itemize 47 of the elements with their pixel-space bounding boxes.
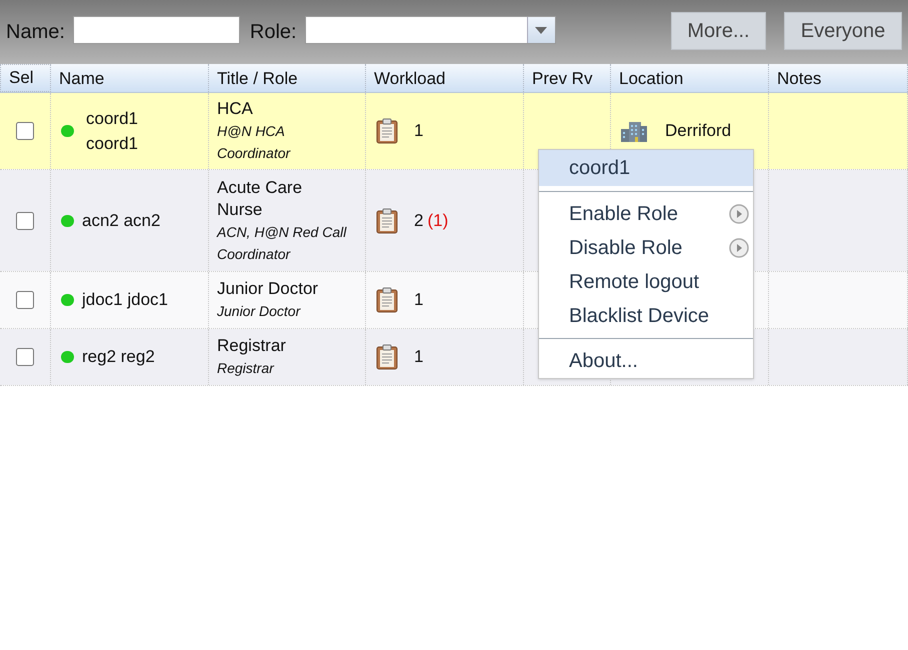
role-title: Registrar (217, 335, 286, 357)
menu-item[interactable]: About... (539, 344, 753, 378)
workload-extra: (1) (427, 210, 448, 232)
menu-item[interactable]: Remote logout (539, 265, 753, 299)
workload-count: 1 (414, 346, 424, 368)
column-header[interactable]: Notes (769, 64, 908, 92)
menu-item[interactable]: Disable Role (539, 231, 753, 265)
clipboard-icon[interactable] (376, 118, 398, 144)
workload-count: 1 (414, 289, 424, 312)
role-title: Acute Care Nurse (217, 176, 304, 220)
everyone-button[interactable]: Everyone (784, 12, 902, 50)
dropdown-arrow-icon (535, 26, 548, 34)
role-title: Junior Doctor (217, 278, 318, 300)
column-header[interactable]: Workload (366, 64, 524, 92)
workload-count: 2 (414, 210, 424, 232)
row-checkbox[interactable] (16, 291, 34, 309)
role-list: Registrar (217, 357, 274, 379)
role-list: ACN, H@N Red Call Coordinator (217, 220, 357, 264)
role-dropdown[interactable] (304, 16, 556, 44)
clipboard-icon[interactable] (376, 344, 398, 370)
menu-item[interactable]: Enable Role (539, 197, 753, 231)
row-checkbox[interactable] (16, 122, 34, 140)
location-text: Derriford (665, 120, 732, 142)
user-name: coord1 coord1 (85, 108, 139, 155)
name-label: Name: (6, 20, 65, 45)
clipboard-icon[interactable] (376, 287, 398, 313)
menu-header[interactable]: coord1 (539, 150, 753, 186)
user-name: jdoc1 jdoc1 (82, 289, 168, 312)
column-header[interactable]: Prev Rv (524, 64, 611, 92)
more-button[interactable]: More... (671, 12, 766, 50)
column-header[interactable]: Sel (0, 64, 51, 92)
role-title: HCA (217, 98, 253, 120)
workload-count: 1 (414, 120, 424, 142)
role-label: Role: (250, 20, 297, 45)
name-field[interactable] (72, 16, 240, 44)
role-list: Junior Doctor (217, 300, 300, 322)
column-header[interactable]: Name (51, 64, 209, 92)
user-name: acn2 acn2 (82, 210, 160, 232)
column-header[interactable]: Location (611, 64, 769, 92)
clipboard-icon[interactable] (376, 208, 398, 234)
row-checkbox[interactable] (16, 212, 34, 230)
menu-item[interactable]: Blacklist Device (539, 299, 753, 333)
role-list: H@N HCA Coordinator (217, 120, 357, 164)
building-icon (621, 120, 647, 142)
row-checkbox[interactable] (16, 348, 34, 366)
column-header[interactable]: Title / Role (209, 64, 366, 92)
user-name: reg2 reg2 (82, 346, 155, 368)
